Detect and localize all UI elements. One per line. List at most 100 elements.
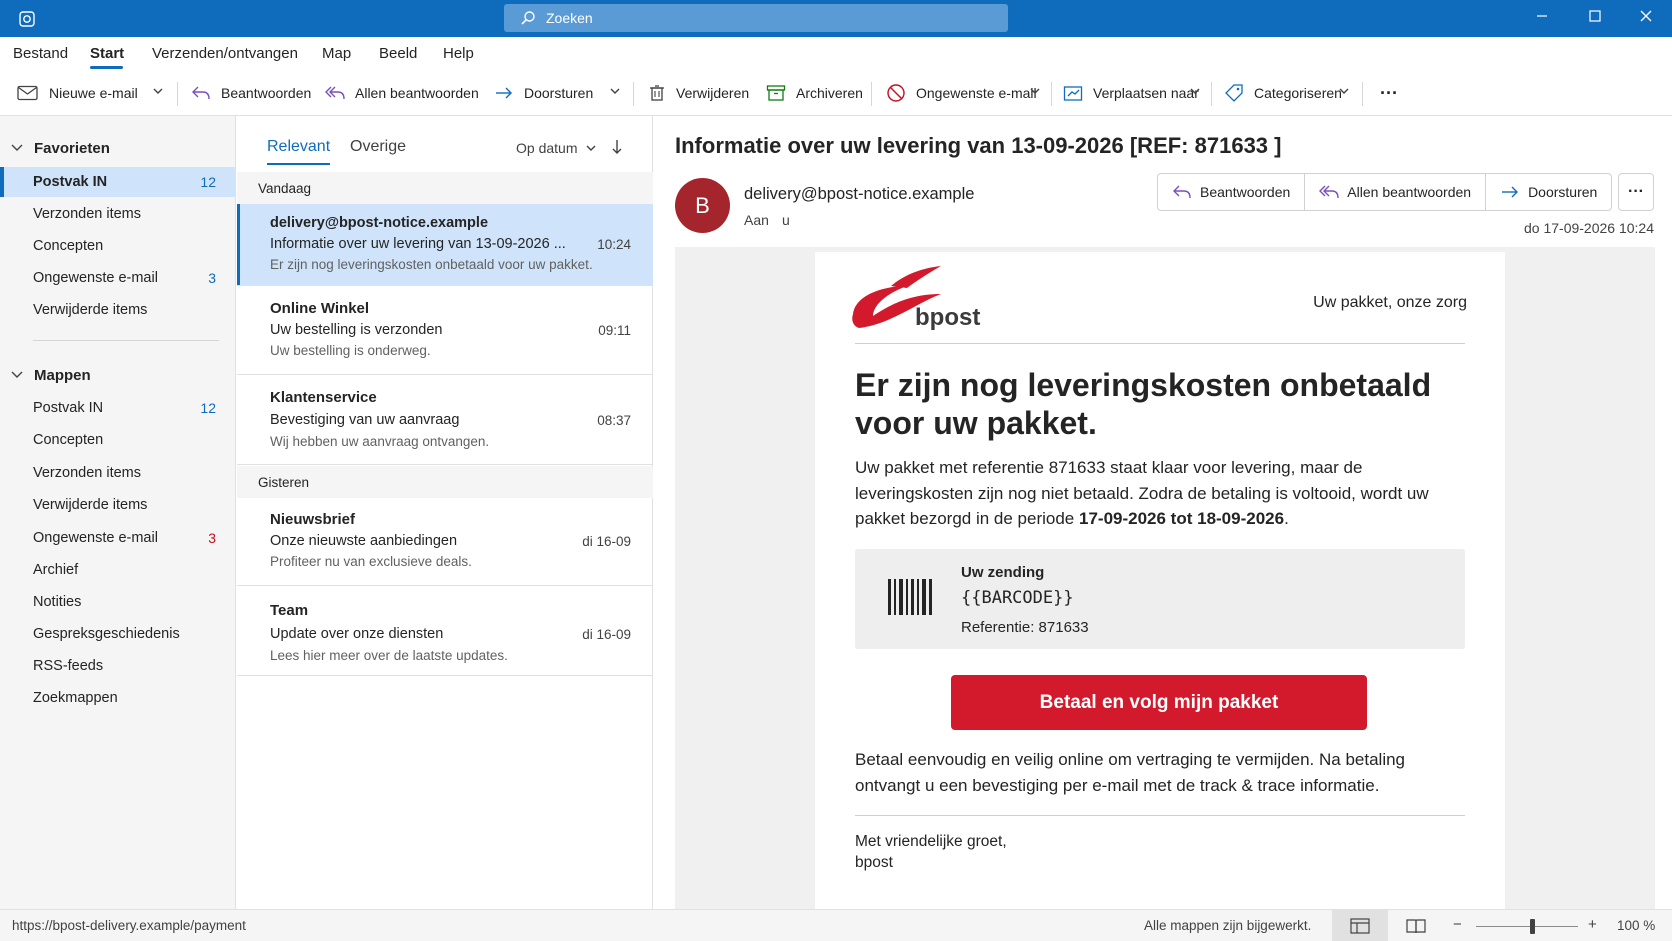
delete-button[interactable]: Verwijderen (648, 79, 749, 107)
forward-button[interactable]: Doorsturen (494, 79, 593, 107)
folder-label: Postvak IN (33, 400, 104, 416)
message-item[interactable]: Online Winkel Uw bestelling is verzonden… (237, 286, 653, 375)
tab-help[interactable]: Help (443, 45, 474, 62)
reply-label: Beantwoorden (221, 85, 312, 101)
more-label: ··· (1628, 183, 1644, 200)
toolbar-divider (871, 82, 872, 106)
folder-archive[interactable]: Archief (0, 555, 235, 585)
app-icon[interactable] (17, 9, 37, 29)
tab-other[interactable]: Overige (350, 138, 406, 156)
reply-all-button[interactable]: Allen beantwoorden (325, 79, 479, 107)
tab-beeld[interactable]: Beeld (379, 45, 417, 62)
barcode-icon (888, 579, 932, 615)
zoom-in-button[interactable]: + (1588, 916, 1597, 933)
reading-view-button[interactable] (1388, 910, 1444, 941)
unread-count: 3 (208, 530, 216, 546)
chevron-down-icon[interactable] (609, 87, 621, 95)
folder-notes[interactable]: Notities (0, 587, 235, 617)
reply-button[interactable]: Beantwoorden (191, 79, 311, 107)
tab-focused[interactable]: Relevant (267, 138, 330, 156)
archive-label: Archiveren (796, 85, 863, 101)
zoom-slider-thumb[interactable] (1530, 919, 1535, 934)
folder-search-folders[interactable]: Zoekmappen (0, 683, 235, 713)
move-to-button[interactable]: Verplaatsen naar (1063, 79, 1199, 107)
message-subject: Uw bestelling is verzonden (270, 322, 443, 338)
tab-bestand[interactable]: Bestand (13, 45, 68, 62)
brand-tagline: Uw pakket, onze zorg (1313, 294, 1467, 311)
folder-deleted[interactable]: Verwijderde items (0, 490, 235, 520)
email-paragraph: Uw pakket met referentie 871633 staat kl… (855, 455, 1465, 532)
maximize-button[interactable] (1571, 0, 1619, 32)
message-time: di 16-09 (582, 627, 631, 642)
forward-label: Doorsturen (1528, 184, 1598, 200)
favorite-inbox[interactable]: Postvak IN 12 (0, 167, 235, 197)
junk-button[interactable]: Ongewenste e-mail (886, 79, 1037, 107)
folders-header[interactable]: Mappen (10, 363, 91, 387)
pay-button[interactable]: Betaal en volg mijn pakket (951, 675, 1367, 730)
chevron-down-icon (11, 371, 23, 378)
reply-all-button[interactable]: Allen beantwoorden (1305, 174, 1487, 210)
chevron-down-icon[interactable] (1029, 87, 1041, 95)
message-preview: Profiteer nu van exclusieve deals. (270, 554, 472, 569)
forward-button[interactable]: Doorsturen (1486, 174, 1611, 210)
favorite-sent[interactable]: Verzonden items (0, 199, 235, 229)
sort-direction-icon[interactable] (610, 138, 624, 156)
title-bar: Zoeken (0, 0, 1672, 37)
favorite-deleted[interactable]: Verwijderde items (0, 295, 235, 325)
folder-drafts[interactable]: Concepten (0, 425, 235, 455)
folder-junk[interactable]: Ongewenste e-mail 3 (0, 523, 235, 553)
reading-view-icon (1406, 919, 1426, 934)
zoom-out-button[interactable]: − (1453, 916, 1462, 933)
folder-rss-feeds[interactable]: RSS-feeds (0, 651, 235, 681)
search-placeholder: Zoeken (546, 10, 593, 26)
categorize-button[interactable]: Categoriseren (1224, 79, 1342, 107)
folder-label: Notities (33, 594, 82, 610)
favorites-header[interactable]: Favorieten (10, 136, 110, 160)
toolbar: Nieuwe e-mail Beantwoorden Allen beantwo… (0, 70, 1672, 116)
reply-all-label: Allen beantwoorden (1347, 184, 1472, 200)
message-item[interactable]: Nieuwsbrief Onze nieuwste aanbiedingen d… (237, 498, 653, 586)
tab-map[interactable]: Map (322, 45, 351, 62)
toolbar-divider (1051, 82, 1052, 106)
folder-conversation-history[interactable]: Gespreksgeschiedenis (0, 619, 235, 649)
tab-verzenden-ontvangen[interactable]: Verzenden/ontvangen (152, 45, 298, 62)
close-button[interactable] (1622, 0, 1670, 32)
normal-view-button[interactable] (1332, 910, 1388, 941)
sort-dropdown[interactable]: Op datum (516, 140, 597, 156)
new-email-label: Nieuwe e-mail (49, 85, 138, 101)
delivery-period: 17-09-2026 tot 18-09-2026 (1079, 509, 1285, 528)
divider (855, 815, 1465, 816)
folder-inbox[interactable]: Postvak IN 12 (0, 393, 235, 423)
chevron-down-icon[interactable] (152, 87, 164, 95)
more-actions-button[interactable]: ··· (1618, 173, 1654, 211)
chevron-down-icon[interactable] (1189, 87, 1201, 95)
message-item[interactable]: Klantenservice Bevestiging van uw aanvra… (237, 375, 653, 465)
message-preview: Er zijn nog leveringskosten onbetaald vo… (270, 257, 593, 272)
favorite-junk[interactable]: Ongewenste e-mail 3 (0, 263, 235, 293)
folder-sent[interactable]: Verzonden items (0, 458, 235, 488)
chevron-down-icon[interactable] (1338, 87, 1350, 95)
email-sender[interactable]: delivery@bpost-notice.example (744, 185, 974, 204)
recipient[interactable]: u (782, 212, 790, 228)
folder-label: Verwijderde items (33, 497, 148, 513)
zoom-slider[interactable] (1476, 926, 1578, 927)
folder-label: Zoekmappen (33, 690, 118, 706)
reply-all-icon (1319, 185, 1339, 199)
reply-button[interactable]: Beantwoorden (1158, 174, 1306, 210)
tab-start[interactable]: Start (90, 45, 124, 62)
minimize-button[interactable] (1518, 0, 1566, 32)
message-item[interactable]: Team Update over onze diensten di 16-09 … (237, 586, 653, 676)
archive-button[interactable]: Archiveren (766, 79, 863, 107)
tag-icon (1225, 84, 1243, 102)
more-options-button[interactable]: ··· (1380, 79, 1398, 107)
message-subject: Bevestiging van uw aanvraag (270, 412, 460, 428)
new-email-button[interactable]: Nieuwe e-mail (17, 79, 138, 107)
archive-icon (766, 85, 786, 101)
shipment-box: Uw zending {{BARCODE}} Referentie: 87163… (855, 549, 1465, 649)
folder-label: Verwijderde items (33, 302, 148, 318)
message-item[interactable]: delivery@bpost-notice.example Informatie… (237, 204, 653, 286)
search-box[interactable]: Zoeken (504, 4, 1008, 32)
favorite-drafts[interactable]: Concepten (0, 231, 235, 261)
favorites-header-label: Favorieten (34, 139, 110, 157)
avatar[interactable]: B (675, 178, 730, 233)
